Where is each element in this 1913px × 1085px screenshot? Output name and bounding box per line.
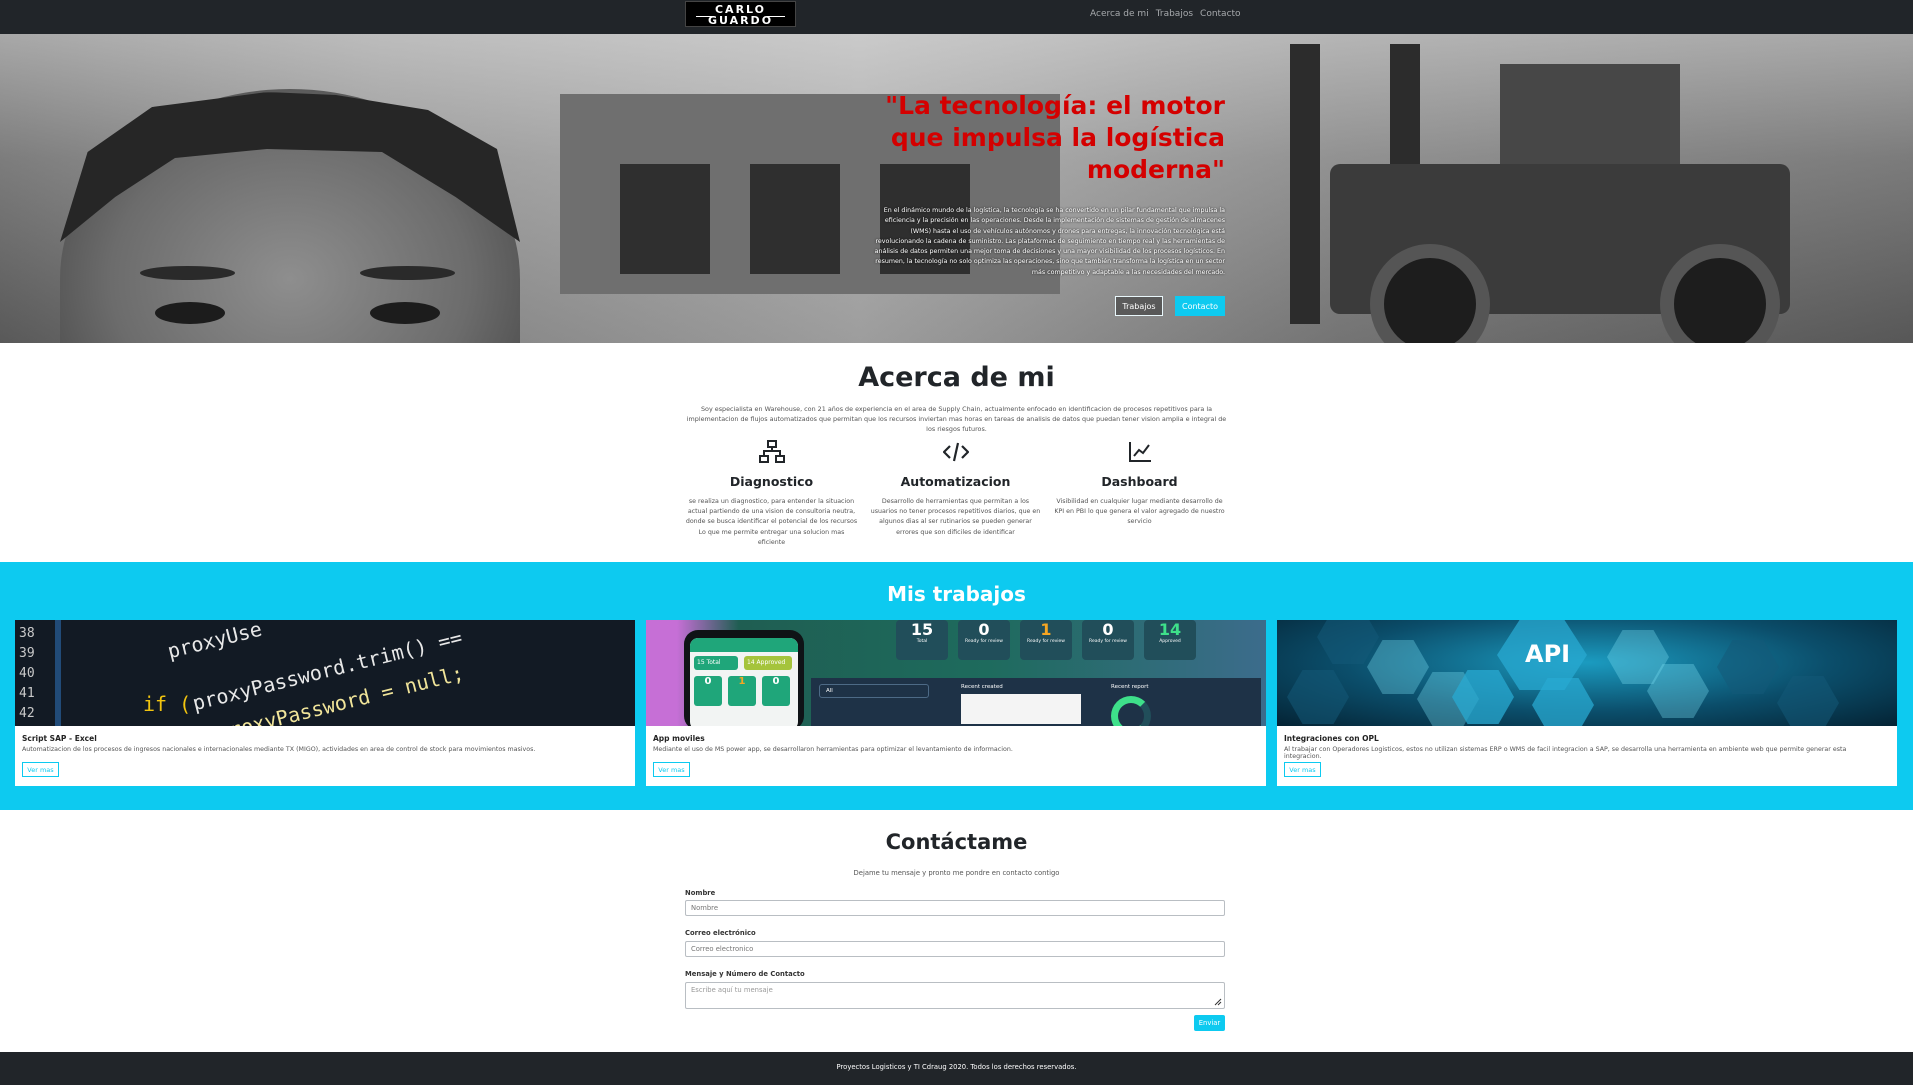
api-label: API	[1525, 640, 1571, 668]
code-line: proxyUse	[165, 620, 265, 664]
hero-works-button[interactable]: Trabajos	[1115, 296, 1163, 316]
phone-tile: 0	[694, 676, 722, 706]
nav-link-works[interactable]: Trabajos	[1156, 9, 1193, 19]
hero-forklift-image	[1250, 44, 1810, 343]
name-label: Nombre	[685, 889, 716, 897]
hero-text: En el dinámico mundo de la logística, la…	[874, 207, 1225, 276]
chart-line-icon	[1128, 442, 1151, 462]
powerapp-screenshot-image: 15 Total 14 Approved 0 1 0 15 Total 0 Read…	[646, 620, 1266, 726]
message-label: Mensaje y Número de Contacto	[685, 970, 805, 978]
hex-shape	[1777, 676, 1839, 726]
feature-text: Desarrollo de herramientas que permitan …	[870, 498, 1041, 536]
about-title: Acerca de mi	[858, 362, 1055, 393]
resize-handle-icon[interactable]	[1214, 998, 1222, 1006]
work-card-apps: 15 Total 14 Approved 0 1 0 15 Total 0 Read…	[646, 620, 1266, 786]
work-card-title: Script SAP - Excel	[22, 734, 97, 743]
nav-link-about[interactable]: Acerca de mi	[1090, 9, 1149, 19]
work-card-title: App moviles	[653, 734, 705, 743]
hex-shape	[1317, 620, 1379, 664]
work-card-opl: API Integraciones con OPL Al trabajar co…	[1277, 620, 1897, 786]
line-number: 41	[19, 686, 35, 701]
about-text: Soy especialista en Warehouse, con 21 añ…	[686, 405, 1227, 433]
work-card-text: Mediante el uso de MS power app, se desa…	[653, 746, 1013, 753]
phone-mockup: 15 Total 14 Approved 0 1 0	[684, 630, 804, 726]
work-card-sap: 38 39 40 41 42 proxyUse proxyPassword.tr…	[15, 620, 635, 786]
email-input[interactable]	[685, 941, 1225, 957]
work-card-title: Integraciones con OPL	[1284, 734, 1379, 743]
name-input[interactable]	[685, 900, 1225, 916]
kpi-tile: 0 Ready for review	[1082, 620, 1134, 660]
hero-contact-button[interactable]: Contacto	[1175, 296, 1225, 316]
email-label: Correo electrónico	[685, 929, 756, 937]
code-icon	[942, 442, 969, 462]
feature-title: Diagnostico	[729, 474, 814, 489]
hero-section: "La tecnología: el motor que impulsa la …	[0, 34, 1913, 343]
hex-shape	[1717, 640, 1779, 694]
work-card-text: Al trabajar con Operadores Logisticos, e…	[1284, 746, 1847, 760]
portrait-eye-left	[155, 302, 225, 324]
line-number: 39	[19, 646, 35, 661]
feature-automatizacion: Automatizacion Desarrollo de herramienta…	[868, 440, 1043, 538]
footer: Proyectos Logisticos y TI Cdraug 2020. T…	[0, 1052, 1913, 1085]
feature-diagnostico: Diagnostico se realiza un diagnostico, p…	[684, 440, 859, 548]
send-button[interactable]: Enviar	[1194, 1015, 1225, 1031]
nav-links: Acerca de mi Trabajos Contacto	[1090, 9, 1241, 19]
api-network-image: API	[1277, 620, 1897, 726]
work-card-more-button[interactable]: Ver mas	[653, 762, 690, 777]
feature-text: se realiza un diagnostico, para entender…	[685, 498, 858, 546]
panel-card	[961, 694, 1081, 724]
navbar: CARLO GUARDO Acerca de mi Trabajos Conta…	[0, 0, 1913, 34]
panel-recent-report: Recent report	[1111, 684, 1149, 690]
kpi-tile: 0 Ready for review	[958, 620, 1010, 660]
works-section: Mis trabajos 38 39 40 41 42 proxyUse pro…	[0, 562, 1913, 810]
code-if-keyword: if (	[143, 692, 192, 716]
footer-text: Proyectos Logisticos y TI Cdraug 2020. T…	[836, 1063, 1077, 1071]
filter-all: All	[819, 684, 929, 698]
work-card-more-button[interactable]: Ver mas	[1284, 762, 1321, 777]
sitemap-icon	[758, 440, 785, 463]
phone-total-badge: 15 Total	[694, 656, 738, 670]
portrait-eye-right	[370, 302, 440, 324]
hex-shape	[1367, 640, 1429, 694]
site-logo[interactable]: CARLO GUARDO	[685, 1, 796, 27]
hex-shape	[1287, 670, 1349, 724]
feature-title: Dashboard	[1101, 474, 1178, 489]
message-textarea[interactable]: Escribe aquí tu mensaje	[685, 982, 1225, 1009]
hero-title: "La tecnología: el motor que impulsa la …	[885, 91, 1225, 184]
portrait-brow-right	[360, 266, 455, 280]
feature-text: Visibilidad en cualquier lugar mediante …	[1054, 498, 1225, 526]
works-title: Mis trabajos	[887, 582, 1026, 606]
phone-approved-badge: 14 Approved	[744, 656, 792, 670]
contact-title: Contáctame	[885, 830, 1028, 854]
feature-dashboard: Dashboard Visibilidad en cualquier lugar…	[1052, 440, 1227, 528]
portrait-brow-left	[140, 266, 235, 280]
phone-tile: 0	[762, 676, 790, 706]
kpi-tile: 1 Ready for review	[1020, 620, 1072, 660]
phone-tile: 1	[728, 676, 756, 706]
line-number: 38	[19, 626, 35, 641]
kpi-tile: 15 Total	[896, 620, 948, 660]
contact-subtitle: Dejame tu mensaje y pronto me pondre en …	[853, 869, 1060, 877]
line-number: 42	[19, 706, 35, 721]
code-screenshot-image: 38 39 40 41 42 proxyUse proxyPassword.tr…	[15, 620, 635, 726]
donut-chart	[1111, 696, 1151, 726]
kpi-tile: 14 Approved	[1144, 620, 1196, 660]
message-placeholder: Escribe aquí tu mensaje	[691, 986, 773, 994]
work-card-more-button[interactable]: Ver mas	[22, 762, 59, 777]
nav-link-contact[interactable]: Contacto	[1200, 9, 1241, 19]
feature-title: Automatizacion	[900, 474, 1011, 489]
logo-line-2: GUARDO	[707, 14, 774, 27]
editor-gutter	[55, 620, 61, 726]
line-number: 40	[19, 666, 35, 681]
dashboard-panel: All Recent created Recent report	[811, 678, 1261, 726]
work-card-text: Automatizacion de los procesos de ingres…	[22, 746, 536, 753]
panel-recent-created: Recent created	[961, 684, 1003, 690]
